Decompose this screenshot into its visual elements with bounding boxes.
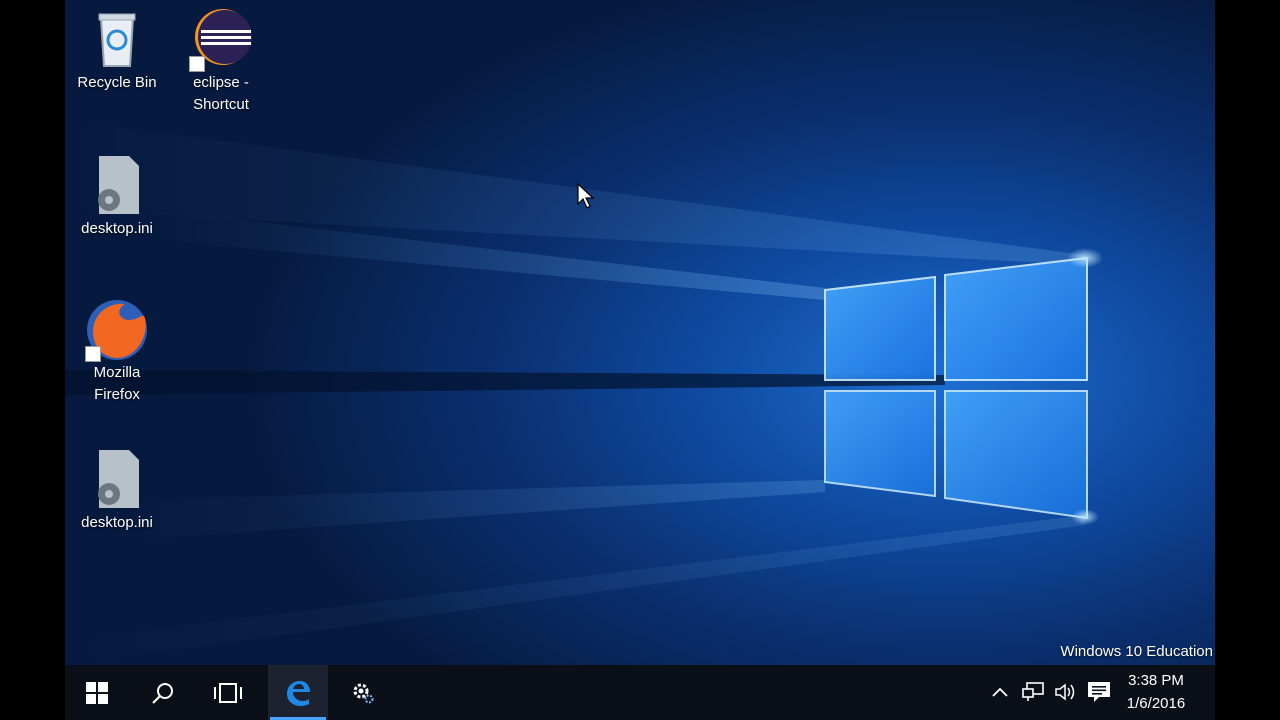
mouse-cursor-icon <box>577 183 595 209</box>
desktop-icon-label: Recycle Bin <box>77 74 157 91</box>
shortcut-arrow-icon <box>85 346 101 362</box>
chevron-up-icon <box>992 687 1008 697</box>
shortcut-arrow-icon <box>189 56 205 72</box>
clock-date: 1/6/2016 <box>1126 695 1186 712</box>
action-center-button[interactable] <box>1086 675 1112 709</box>
settings-file-icon <box>85 448 149 512</box>
edition-watermark: Windows 10 Education <box>1060 643 1213 660</box>
desktop-icon-desktop-ini[interactable]: desktop.ini <box>65 154 169 240</box>
desktop-icon-label: Mozilla Firefox <box>93 364 141 403</box>
search-button[interactable] <box>133 665 193 720</box>
settings-icon <box>353 683 374 703</box>
taskbar-clock[interactable]: 3:38 PM 1/6/2016 <box>1115 669 1197 715</box>
desktop-icon-label: desktop.ini <box>81 514 153 531</box>
desktop-icon-desktop-ini-2[interactable]: desktop.ini <box>65 448 169 534</box>
firefox-icon <box>85 298 149 362</box>
network-icon <box>1022 682 1044 701</box>
desktop-icon-mozilla-firefox[interactable]: Mozilla Firefox <box>65 298 169 406</box>
settings-button[interactable] <box>333 665 393 720</box>
show-hidden-icons-button[interactable] <box>987 675 1013 709</box>
task-view-icon <box>214 682 242 703</box>
clock-time: 3:38 PM <box>1128 672 1184 689</box>
action-center-icon <box>1088 682 1110 702</box>
desktop-icon-label: desktop.ini <box>81 220 153 237</box>
taskbar: 3:38 PM 1/6/2016 <box>65 665 1215 720</box>
edge-icon <box>287 680 310 706</box>
task-view-button[interactable] <box>198 665 258 720</box>
start-button[interactable] <box>67 665 127 720</box>
volume-icon <box>1055 683 1075 701</box>
desktop-icon-label: eclipse - Shortcut <box>193 74 249 113</box>
eclipse-icon <box>189 8 253 72</box>
settings-file-icon <box>85 154 149 218</box>
volume-button[interactable] <box>1053 675 1079 709</box>
desktop-screen: Recycle Bin eclipse - Shortcut desktop.i… <box>65 0 1215 720</box>
desktop-icon-eclipse-shortcut[interactable]: eclipse - Shortcut <box>169 8 273 116</box>
edge-button[interactable] <box>268 665 328 720</box>
network-button[interactable] <box>1020 675 1046 709</box>
search-icon <box>152 682 173 704</box>
desktop-icon-recycle-bin[interactable]: Recycle Bin <box>65 8 169 94</box>
start-icon <box>86 681 108 704</box>
recycle-bin-icon <box>85 8 149 72</box>
